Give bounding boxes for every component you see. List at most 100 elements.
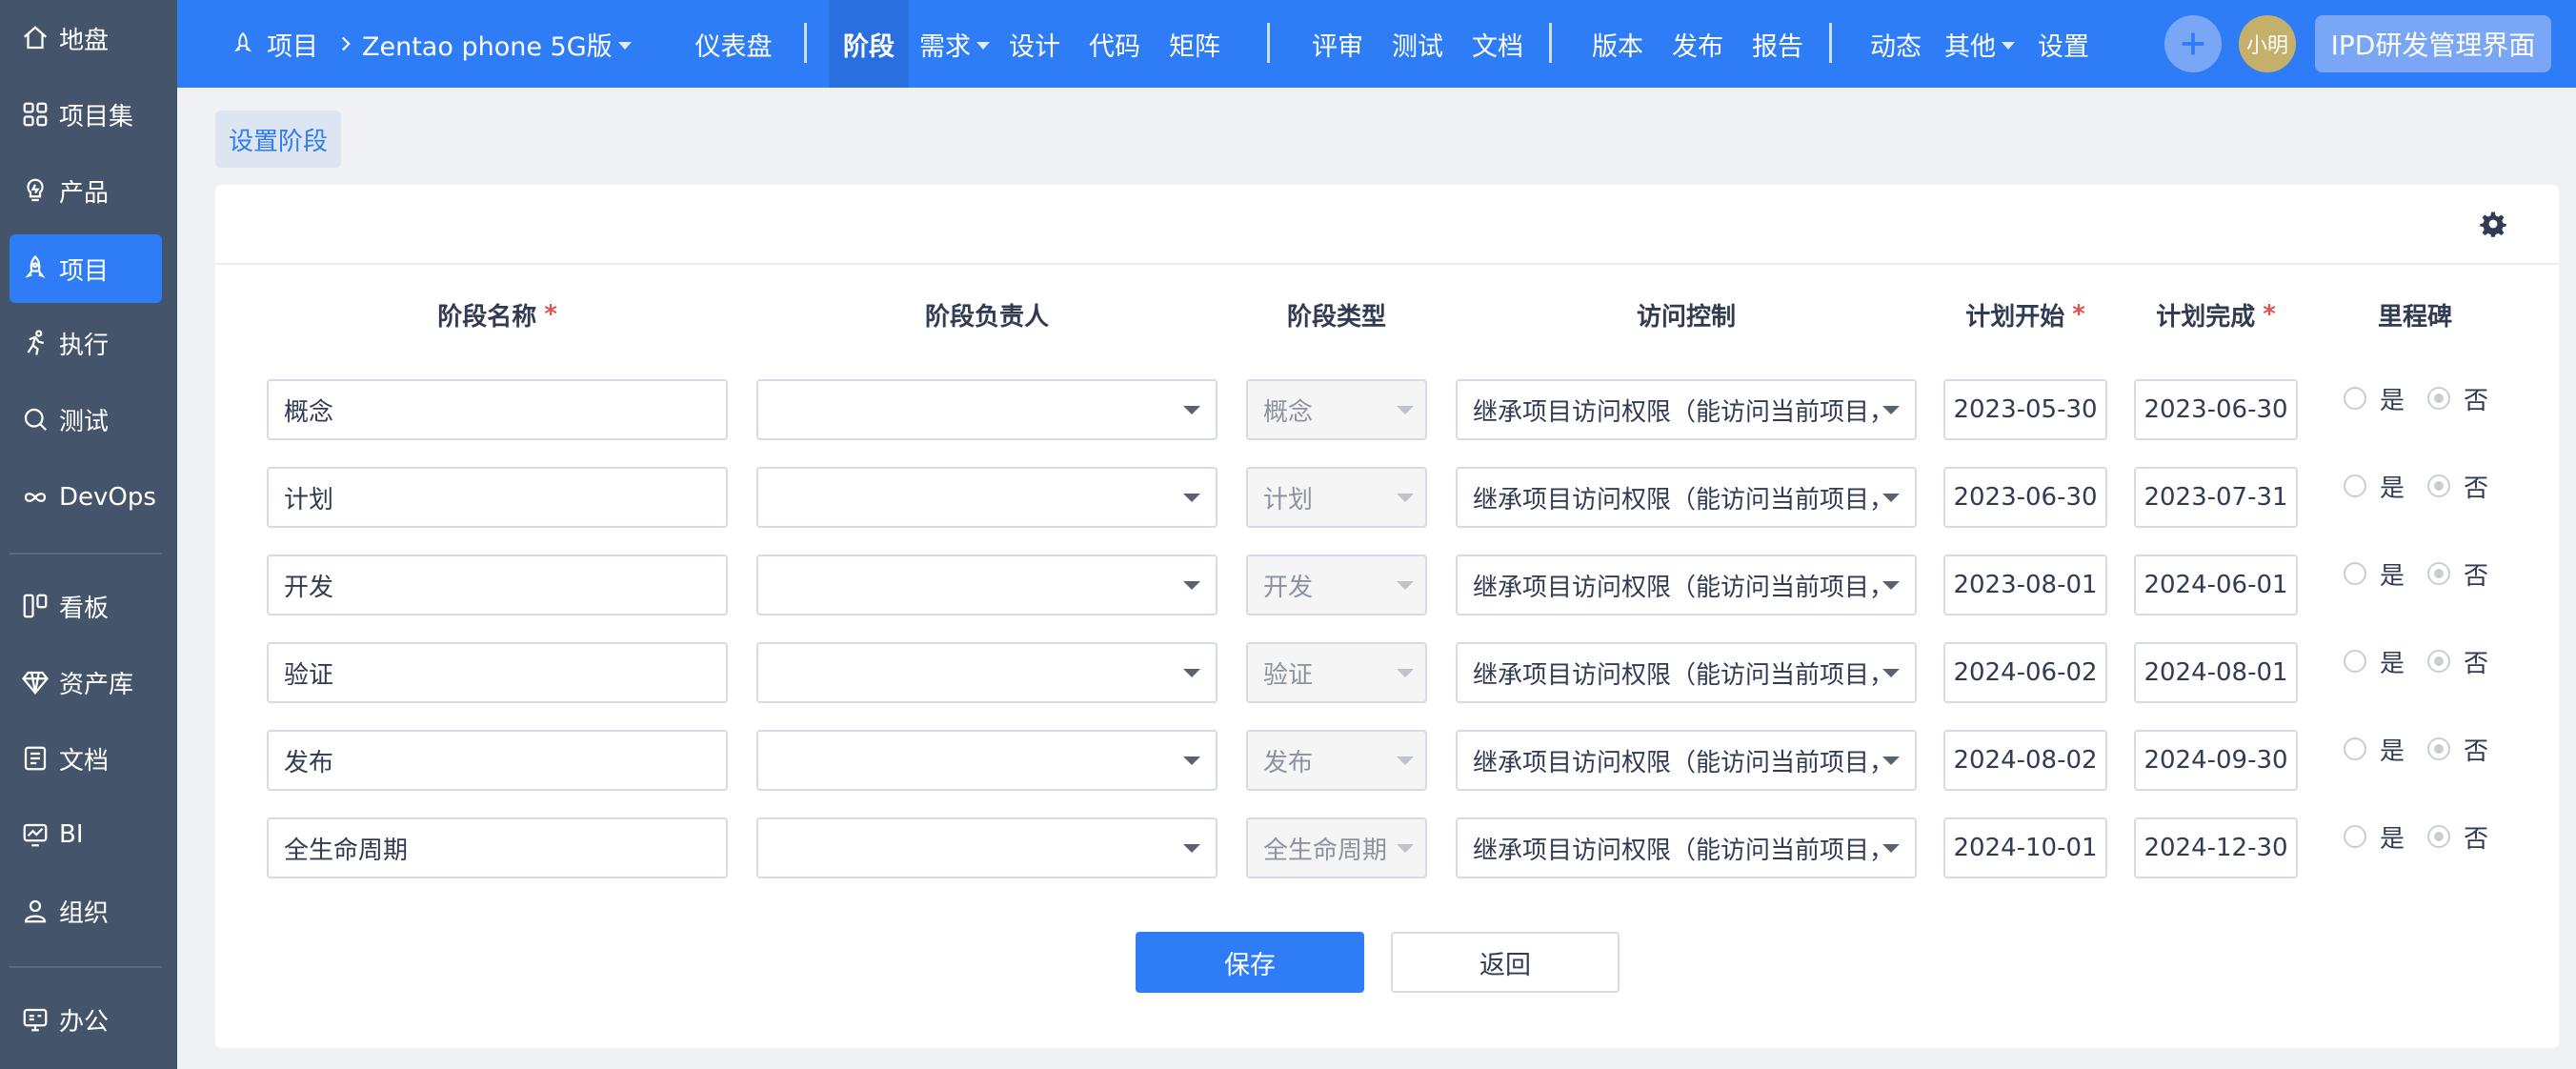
milestone-no-radio[interactable]: [2427, 650, 2451, 673]
nav-tab-code[interactable]: 代码: [1080, 0, 1149, 88]
column-header-name: 阶段名称 *: [267, 295, 728, 333]
sidebar-item-org[interactable]: 组织: [10, 877, 162, 945]
nav-tab-requirement[interactable]: 需求: [916, 0, 993, 88]
panel-toolbar: [215, 185, 2559, 265]
nav-tab-test[interactable]: 测试: [1383, 0, 1452, 88]
milestone-no-radio[interactable]: [2427, 387, 2451, 410]
milestone-yes-radio[interactable]: [2344, 650, 2366, 673]
chevron-down-icon: [2002, 41, 2015, 50]
project-switcher[interactable]: Zentao phone 5G版: [362, 0, 632, 88]
nav-tab-doc[interactable]: 文档: [1463, 0, 1532, 88]
avatar[interactable]: 小明: [2239, 15, 2296, 72]
diamond-icon: [22, 671, 49, 696]
nav-tab-design[interactable]: 设计: [1000, 0, 1069, 88]
milestone-yes-radio[interactable]: [2344, 737, 2366, 760]
nav-tab-review[interactable]: 评审: [1303, 0, 1372, 88]
plan-end-value: 2023-06-30: [2143, 395, 2288, 424]
save-button[interactable]: 保存: [1136, 932, 1364, 993]
sidebar-item-execution[interactable]: 执行: [10, 309, 162, 377]
stage-name-input[interactable]: 验证: [267, 642, 728, 703]
kanban-icon: [23, 594, 48, 618]
sidebar-item-project[interactable]: 项目: [10, 234, 162, 303]
milestone-yes-radio[interactable]: [2344, 562, 2366, 585]
plan-end-input[interactable]: 2024-12-30: [2134, 817, 2298, 878]
sidebar-item-kanban[interactable]: 看板: [10, 572, 162, 640]
plan-begin-input[interactable]: 2023-06-30: [1943, 467, 2107, 528]
access-control-select[interactable]: 继承项目访问权限（能访问当前项目，: [1456, 379, 1917, 440]
plan-begin-input[interactable]: 2023-08-01: [1943, 555, 2107, 615]
plan-end-input[interactable]: 2024-06-01: [2134, 555, 2298, 615]
add-button[interactable]: [2164, 15, 2222, 72]
stage-owner-select[interactable]: [756, 730, 1218, 791]
nav-tab-dynamic[interactable]: 动态: [1862, 0, 1930, 88]
breadcrumb-root[interactable]: 项目: [231, 0, 318, 88]
nav-tab-stage[interactable]: 阶段: [829, 0, 909, 88]
sidebar-item-office[interactable]: 办公: [10, 985, 162, 1054]
milestone-no-radio[interactable]: [2427, 474, 2451, 497]
column-header-type: 阶段类型: [1246, 295, 1427, 333]
nav-tab-other[interactable]: 其他: [1942, 0, 2018, 88]
plan-begin-input[interactable]: 2024-08-02: [1943, 730, 2107, 791]
nav-tab-label: 评审: [1312, 31, 1363, 62]
stage-type-select: 计划: [1246, 467, 1427, 528]
milestone-no-radio[interactable]: [2427, 562, 2451, 585]
nav-tab-matrix[interactable]: 矩阵: [1160, 0, 1229, 88]
sidebar-item-docs[interactable]: 文档: [10, 724, 162, 793]
milestone-yes-radio[interactable]: [2344, 825, 2366, 848]
ipd-interface-button[interactable]: IPD研发管理界面: [2315, 15, 2551, 72]
milestone-yes-radio[interactable]: [2344, 387, 2366, 410]
access-control-select[interactable]: 继承项目访问权限（能访问当前项目，: [1456, 817, 1917, 878]
chevron-down-icon: [1397, 581, 1414, 590]
nav-tab-release[interactable]: 发布: [1663, 0, 1732, 88]
access-control-select[interactable]: 继承项目访问权限（能访问当前项目，: [1456, 730, 1917, 791]
search-icon: [24, 408, 48, 432]
stage-name-input[interactable]: 全生命周期: [267, 817, 728, 878]
nav-tab-label: 版本: [1592, 31, 1643, 62]
plan-end-value: 2024-06-01: [2143, 571, 2288, 599]
sidebar-item-test[interactable]: 测试: [10, 385, 162, 454]
access-control-select[interactable]: 继承项目访问权限（能访问当前项目，: [1456, 642, 1917, 703]
column-header-label: 阶段负责人: [924, 302, 1049, 332]
stage-name-input[interactable]: 概念: [267, 379, 728, 440]
plan-begin-value: 2023-08-01: [1953, 571, 2098, 599]
nav-tab-build[interactable]: 版本: [1583, 0, 1652, 88]
stage-owner-select[interactable]: [756, 817, 1218, 878]
nav-tab-report[interactable]: 报告: [1743, 0, 1812, 88]
access-control-value: 继承项目访问权限（能访问当前项目，: [1473, 748, 1895, 777]
sidebar-item-program[interactable]: 项目集: [10, 80, 162, 149]
sidebar-item-label: 地盘: [59, 26, 110, 55]
milestone-no-label: 否: [2464, 474, 2489, 503]
back-button[interactable]: 返回: [1391, 932, 1620, 993]
gear-icon[interactable]: [2479, 210, 2507, 238]
nav-tab-dashboard[interactable]: 仪表盘: [684, 0, 783, 88]
sidebar-item-dashboard[interactable]: 地盘: [10, 4, 162, 72]
sidebar-item-product[interactable]: 产品: [10, 156, 162, 225]
plan-end-input[interactable]: 2024-08-01: [2134, 642, 2298, 703]
plan-begin-input[interactable]: 2023-05-30: [1943, 379, 2107, 440]
nav-divider: [1549, 23, 1552, 63]
milestone-yes-radio[interactable]: [2344, 474, 2366, 497]
stage-owner-select[interactable]: [756, 555, 1218, 615]
plan-end-input[interactable]: 2023-07-31: [2134, 467, 2298, 528]
stage-name-input[interactable]: 计划: [267, 467, 728, 528]
stage-owner-select[interactable]: [756, 642, 1218, 703]
milestone-no-radio[interactable]: [2427, 825, 2451, 848]
stage-name-input[interactable]: 发布: [267, 730, 728, 791]
stage-name-input[interactable]: 开发: [267, 555, 728, 615]
sidebar-item-assets[interactable]: 资产库: [10, 648, 162, 716]
sidebar-item-bi[interactable]: BI: [10, 800, 162, 869]
run-icon: [27, 330, 45, 355]
stage-owner-select[interactable]: [756, 467, 1218, 528]
plan-begin-input[interactable]: 2024-10-01: [1943, 817, 2107, 878]
stage-owner-select[interactable]: [756, 379, 1218, 440]
access-control-select[interactable]: 继承项目访问权限（能访问当前项目，: [1456, 467, 1917, 528]
access-control-select[interactable]: 继承项目访问权限（能访问当前项目，: [1456, 555, 1917, 615]
plan-end-input[interactable]: 2024-09-30: [2134, 730, 2298, 791]
milestone-no-radio[interactable]: [2427, 737, 2451, 760]
sub-tab-set-stage[interactable]: 设置阶段: [215, 111, 341, 168]
plan-end-input[interactable]: 2023-06-30: [2134, 379, 2298, 440]
sidebar-item-label: DevOps: [59, 483, 156, 512]
nav-tab-settings[interactable]: 设置: [2029, 0, 2098, 88]
plan-begin-input[interactable]: 2024-06-02: [1943, 642, 2107, 703]
sidebar-item-devops[interactable]: DevOps: [10, 463, 162, 532]
